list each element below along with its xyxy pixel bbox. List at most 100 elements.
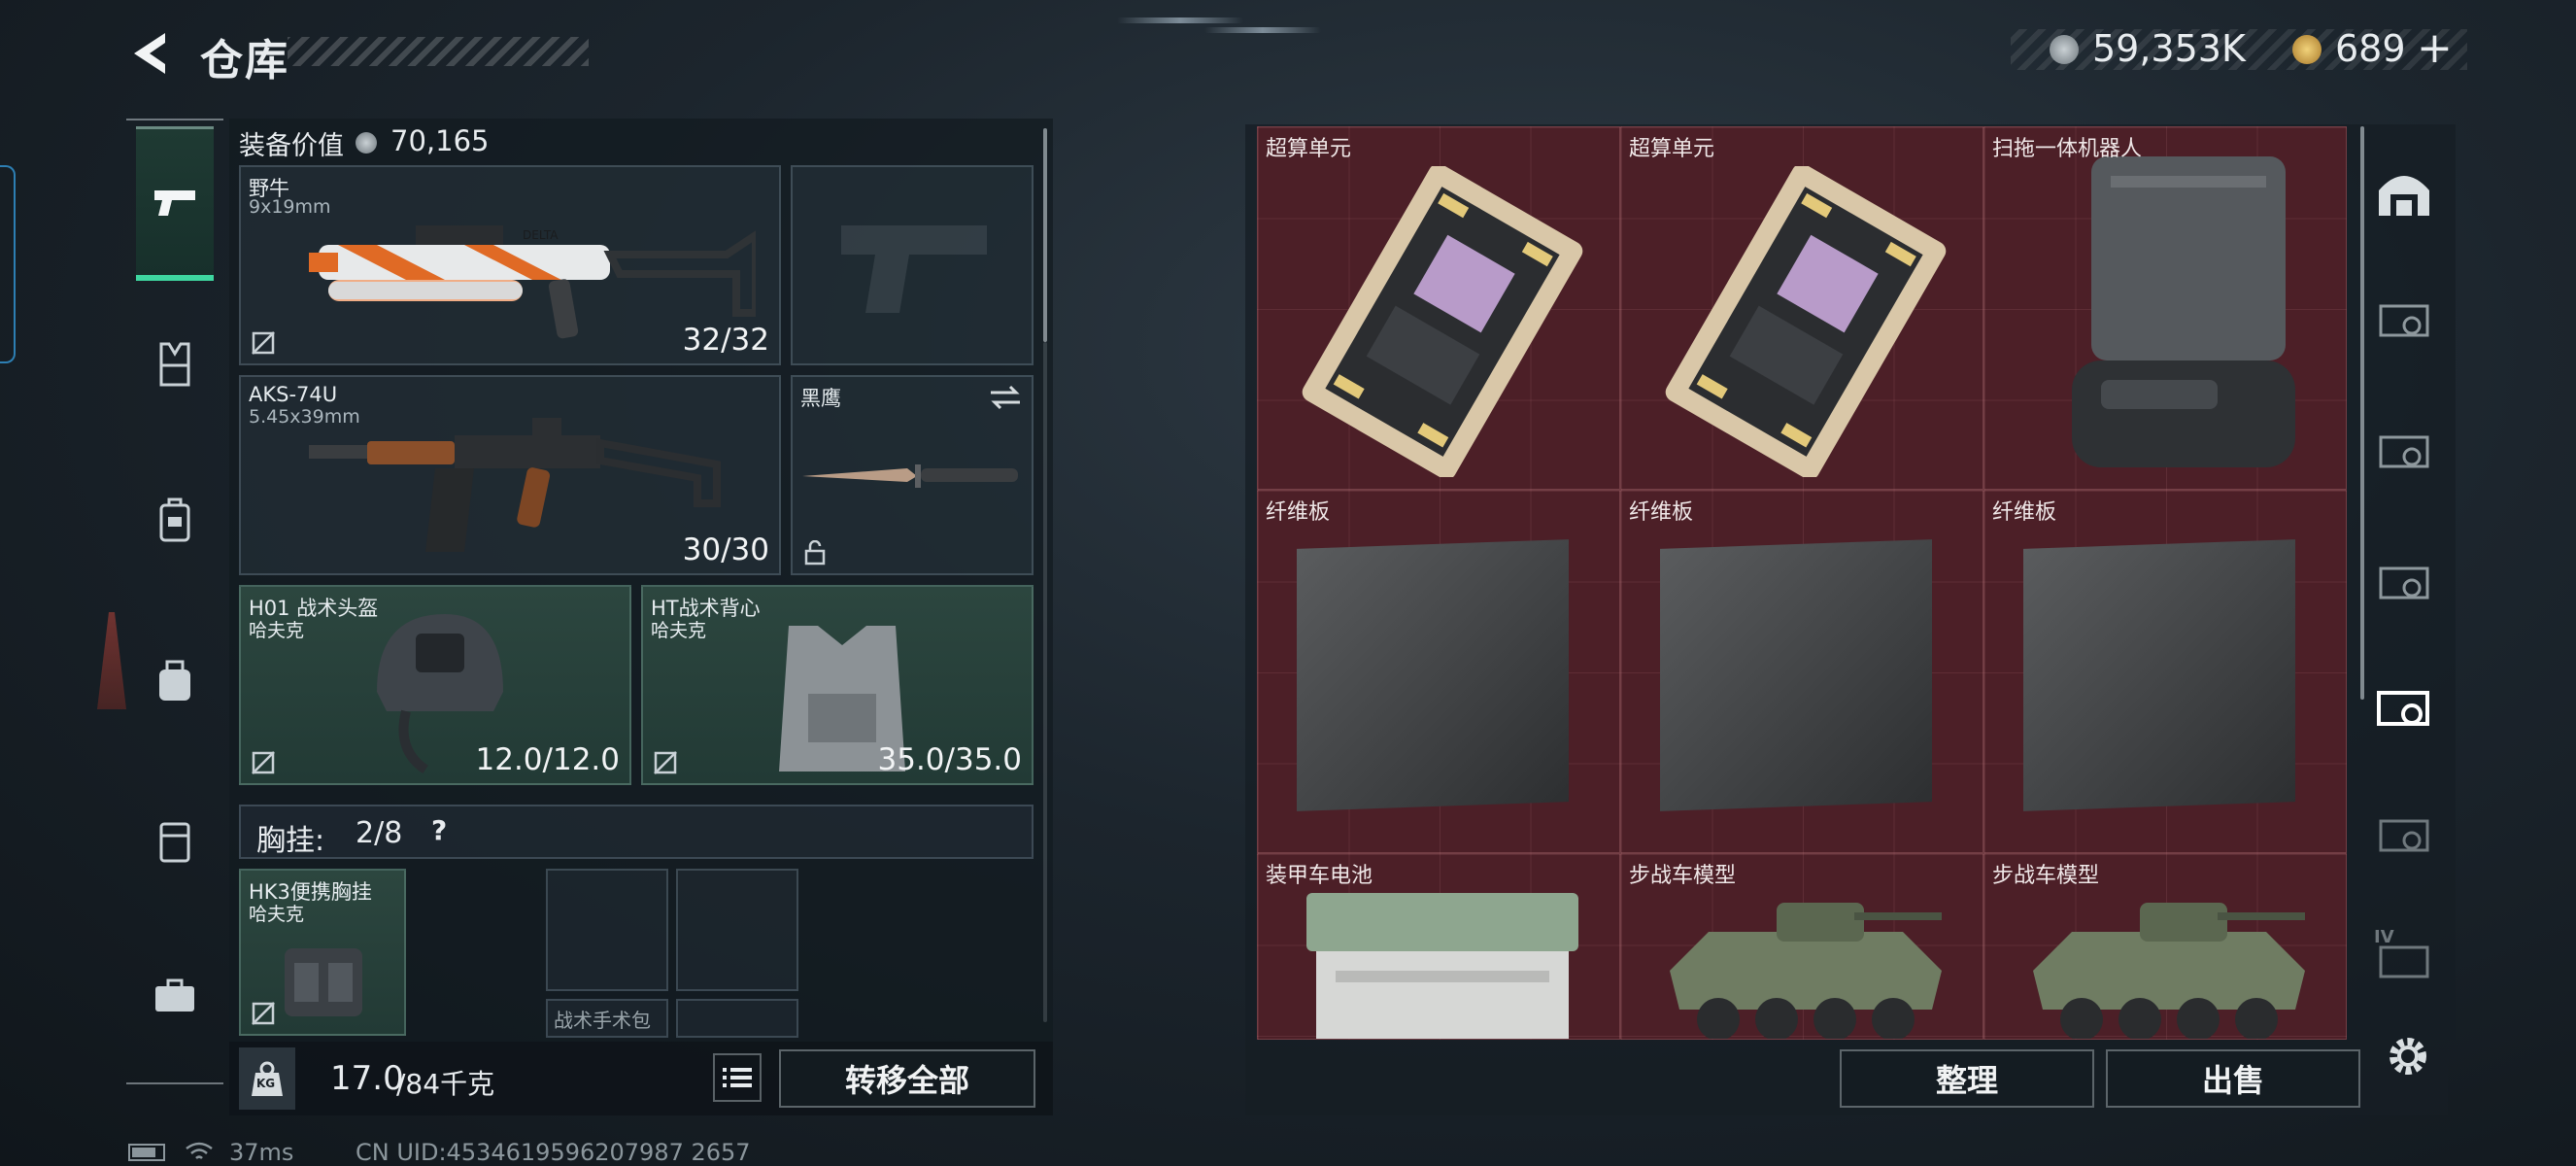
pistol-placeholder-icon (841, 225, 987, 313)
sell-button[interactable]: 出售 (2106, 1049, 2360, 1108)
grid-item[interactable]: 纤维板 (1257, 490, 1620, 853)
tab-backpack-small[interactable] (136, 447, 214, 593)
background-traffic-cone (97, 612, 126, 709)
list-icon (723, 1068, 752, 1087)
fiber-board-image (1660, 539, 1932, 811)
armor-slot[interactable]: HT战术背心 哈夫克 35.0/35.0 (641, 585, 1034, 785)
add-currency-button[interactable]: + (2417, 23, 2453, 73)
lock-icon (804, 540, 826, 566)
tab-chest-rig[interactable] (136, 292, 214, 437)
melee-name: 黑鹰 (800, 387, 841, 410)
no-insure-icon (252, 1002, 275, 1025)
item-name: 纤维板 (1992, 500, 2057, 525)
equipment-value-label: 装备价值 (239, 131, 344, 161)
tab-backpack[interactable] (136, 607, 214, 753)
sort-button[interactable]: 整理 (1840, 1049, 2094, 1108)
secondary-weapon-slot[interactable]: AKS-74U 5.45x39mm 30/30 (239, 375, 781, 575)
tab-storage-4-active[interactable] (2360, 669, 2448, 746)
silver-currency-value: 59,353K (2092, 27, 2246, 70)
fiber-board-image (1297, 539, 1569, 811)
tab-storage-home[interactable] (2360, 154, 2448, 231)
left-tabs-rule-top (126, 119, 223, 120)
backpack-icon (159, 660, 190, 701)
grid-item[interactable]: 扫拖一体机器人 (1983, 126, 2347, 490)
tab-storage-6[interactable]: IV (2360, 921, 2448, 999)
chest-rig-capacity: 2/8 (356, 816, 403, 850)
tab-storage-1[interactable] (2360, 280, 2448, 358)
helmet-brand: 哈夫克 (249, 620, 305, 641)
ping-text: 37ms (229, 1139, 294, 1166)
pistol-icon (154, 190, 195, 216)
tab-storage-5[interactable] (2360, 795, 2448, 873)
chest-rig-image (285, 948, 362, 1016)
equipment-scrollbar[interactable] (1043, 128, 1047, 342)
no-insure-icon (252, 751, 275, 774)
chest-rig-cell[interactable] (676, 999, 798, 1038)
tab-roman-label: IV (2374, 927, 2394, 947)
storage-crate-icon (2379, 304, 2429, 337)
armored-battery-image (1306, 893, 1578, 1039)
grid-item[interactable]: 步战车模型 (1620, 853, 1983, 1040)
list-view-button[interactable] (713, 1053, 762, 1102)
pouch-label: 战术手术包 (554, 1009, 651, 1032)
page-title: 仓库 (200, 36, 289, 86)
chest-rig-cell[interactable] (546, 869, 668, 991)
tab-weapons[interactable] (136, 126, 214, 281)
primary-weapon-slot[interactable]: 野牛 9x19mm DELTA 32/32 (239, 165, 781, 365)
grid-item[interactable]: 装甲车电池 (1257, 853, 1620, 1040)
chest-rig-slot[interactable]: HK3便携胸挂 哈夫克 (239, 869, 406, 1036)
grid-item[interactable]: 步战车模型 (1983, 853, 2347, 1040)
item-name: 纤维板 (1629, 500, 1694, 525)
chest-rig-cell[interactable]: 战术手术包 (546, 999, 668, 1038)
knife-image (802, 464, 1018, 488)
item-name: 装甲车电池 (1266, 864, 1373, 888)
storage-page-tabs: IV (2360, 124, 2448, 1038)
chest-rig-brand: 哈夫克 (249, 904, 305, 925)
max-weight: /84千克 (396, 1068, 495, 1100)
ifv-model-image (2033, 903, 2305, 1039)
settings-gear-icon[interactable] (2384, 1032, 2432, 1080)
item-name: 超算单元 (1629, 137, 1715, 161)
chest-rig-help-button[interactable]: ? (431, 814, 447, 846)
bizon-smg-image: DELTA (309, 225, 756, 339)
silver-coin-icon (2050, 35, 2079, 64)
pistol-slot[interactable] (791, 165, 1034, 365)
compute-unit-image (1665, 166, 1947, 477)
helmet-durability: 12.0/12.0 (475, 742, 621, 777)
equipment-panel: 装备价值 70,165 野牛 9x19mm DELTA 32/32 AKS-74… (229, 119, 1053, 1042)
ifv-model-image (1670, 903, 1942, 1039)
item-name: 步战车模型 (1629, 864, 1737, 888)
weight-icon-box: KG (239, 1047, 295, 1110)
tab-storage-2[interactable] (2360, 411, 2448, 489)
helmet-slot[interactable]: H01 战术头盔 哈夫克 12.0/12.0 (239, 585, 631, 785)
equipment-scrollbar-track (1043, 342, 1047, 1022)
melee-slot[interactable]: 黑鹰 (791, 375, 1034, 575)
gold-coin-icon (2292, 35, 2322, 64)
wifi-icon (186, 1142, 213, 1159)
back-arrow-icon[interactable] (124, 29, 175, 78)
swap-icon[interactable] (989, 385, 1022, 410)
armor-durability: 35.0/35.0 (877, 742, 1023, 777)
grid-item[interactable]: 超算单元 (1620, 126, 1983, 490)
armor-brand: 哈夫克 (651, 620, 707, 641)
weight-icon-label: KG (256, 1077, 276, 1090)
tab-safe-box[interactable] (136, 768, 214, 913)
grid-item[interactable]: 纤维板 (1983, 490, 2347, 853)
equipment-value: 70,165 (390, 124, 490, 157)
briefcase-icon (155, 978, 194, 1012)
tab-toolbox[interactable] (136, 923, 214, 1069)
weapon-ammo-count: 32/32 (682, 323, 769, 358)
chest-rig-icon (159, 342, 190, 387)
transfer-all-button[interactable]: 转移全部 (779, 1049, 1035, 1108)
chest-rig-cell[interactable] (676, 869, 798, 991)
grid-item[interactable]: 纤维板 (1620, 490, 1983, 853)
tab-storage-3[interactable] (2360, 542, 2448, 620)
storage-crate-icon (2377, 691, 2429, 726)
storage-crate-icon (2379, 819, 2429, 852)
title-decoration (288, 37, 589, 66)
pouch-icon (159, 497, 190, 542)
item-name: 步战车模型 (1992, 864, 2100, 888)
item-name: 超算单元 (1266, 137, 1352, 161)
grid-item[interactable]: 超算单元 (1257, 126, 1620, 490)
item-name: 扫拖一体机器人 (1992, 137, 2143, 161)
